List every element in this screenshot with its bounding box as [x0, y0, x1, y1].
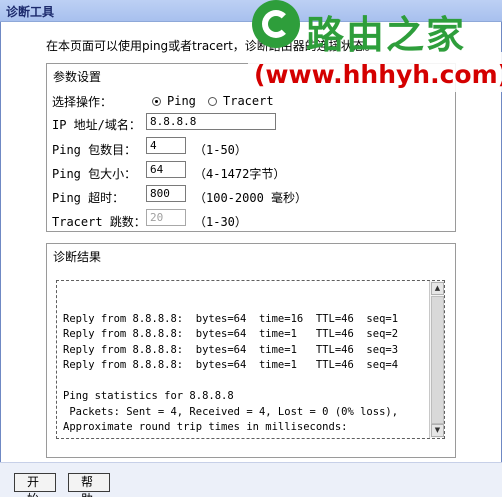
start-button[interactable]: 开始 — [14, 473, 56, 497]
timeout-hint: （100-2000 毫秒） — [194, 191, 308, 205]
radio-tracert-label: Tracert — [223, 94, 274, 108]
results-legend: 诊断结果 — [53, 250, 102, 264]
timeout-label: Ping 超时： — [52, 191, 125, 205]
bottom-bar: 开始 帮助 — [0, 462, 502, 497]
radio-tracert-dot[interactable] — [208, 96, 217, 106]
ip-input[interactable]: 8.8.8.8 — [146, 113, 276, 130]
watermark-url: (www.hhhyh.com) — [254, 60, 502, 89]
operation-label: 选择操作： — [52, 95, 113, 109]
radio-tracert[interactable]: Tracert — [208, 94, 274, 108]
diagnostic-tool-window: 诊断工具 在本页面可以使用ping或者tracert，诊断路由器的连接状态。 参… — [0, 0, 502, 497]
help-button[interactable]: 帮助 — [68, 473, 110, 497]
radio-ping-label: Ping — [167, 94, 196, 108]
results-output[interactable]: Reply from 8.8.8.8: bytes=64 time=16 TTL… — [56, 280, 445, 439]
hops-input: 20 — [146, 209, 186, 226]
watermark-brand: 路由之家 — [306, 13, 467, 57]
ip-label: IP 地址/域名： — [52, 118, 141, 132]
size-label: Ping 包大小： — [52, 167, 137, 181]
params-legend: 参数设置 — [53, 70, 102, 84]
results-output-text: Reply from 8.8.8.8: bytes=64 time=16 TTL… — [63, 312, 399, 439]
count-label: Ping 包数目： — [52, 143, 137, 157]
results-scrollbar[interactable]: ▲ ▼ — [429, 281, 444, 438]
count-hint: （1-50） — [194, 143, 247, 157]
scroll-down-icon[interactable]: ▼ — [431, 424, 444, 437]
radio-ping[interactable]: Ping — [152, 94, 196, 108]
size-input[interactable]: 64 — [146, 161, 186, 178]
hops-label: Tracert 跳数： — [52, 215, 146, 229]
size-hint: （4-1472字节） — [194, 167, 286, 181]
hops-hint: （1-30） — [194, 215, 247, 229]
timeout-input[interactable]: 800 — [146, 185, 186, 202]
window-title: 诊断工具 — [6, 5, 55, 19]
count-input[interactable]: 4 — [146, 137, 186, 154]
scroll-up-icon[interactable]: ▲ — [431, 282, 444, 295]
radio-ping-dot[interactable] — [152, 96, 161, 106]
watermark-logo-icon — [252, 0, 300, 48]
scroll-thumb[interactable] — [431, 296, 444, 424]
